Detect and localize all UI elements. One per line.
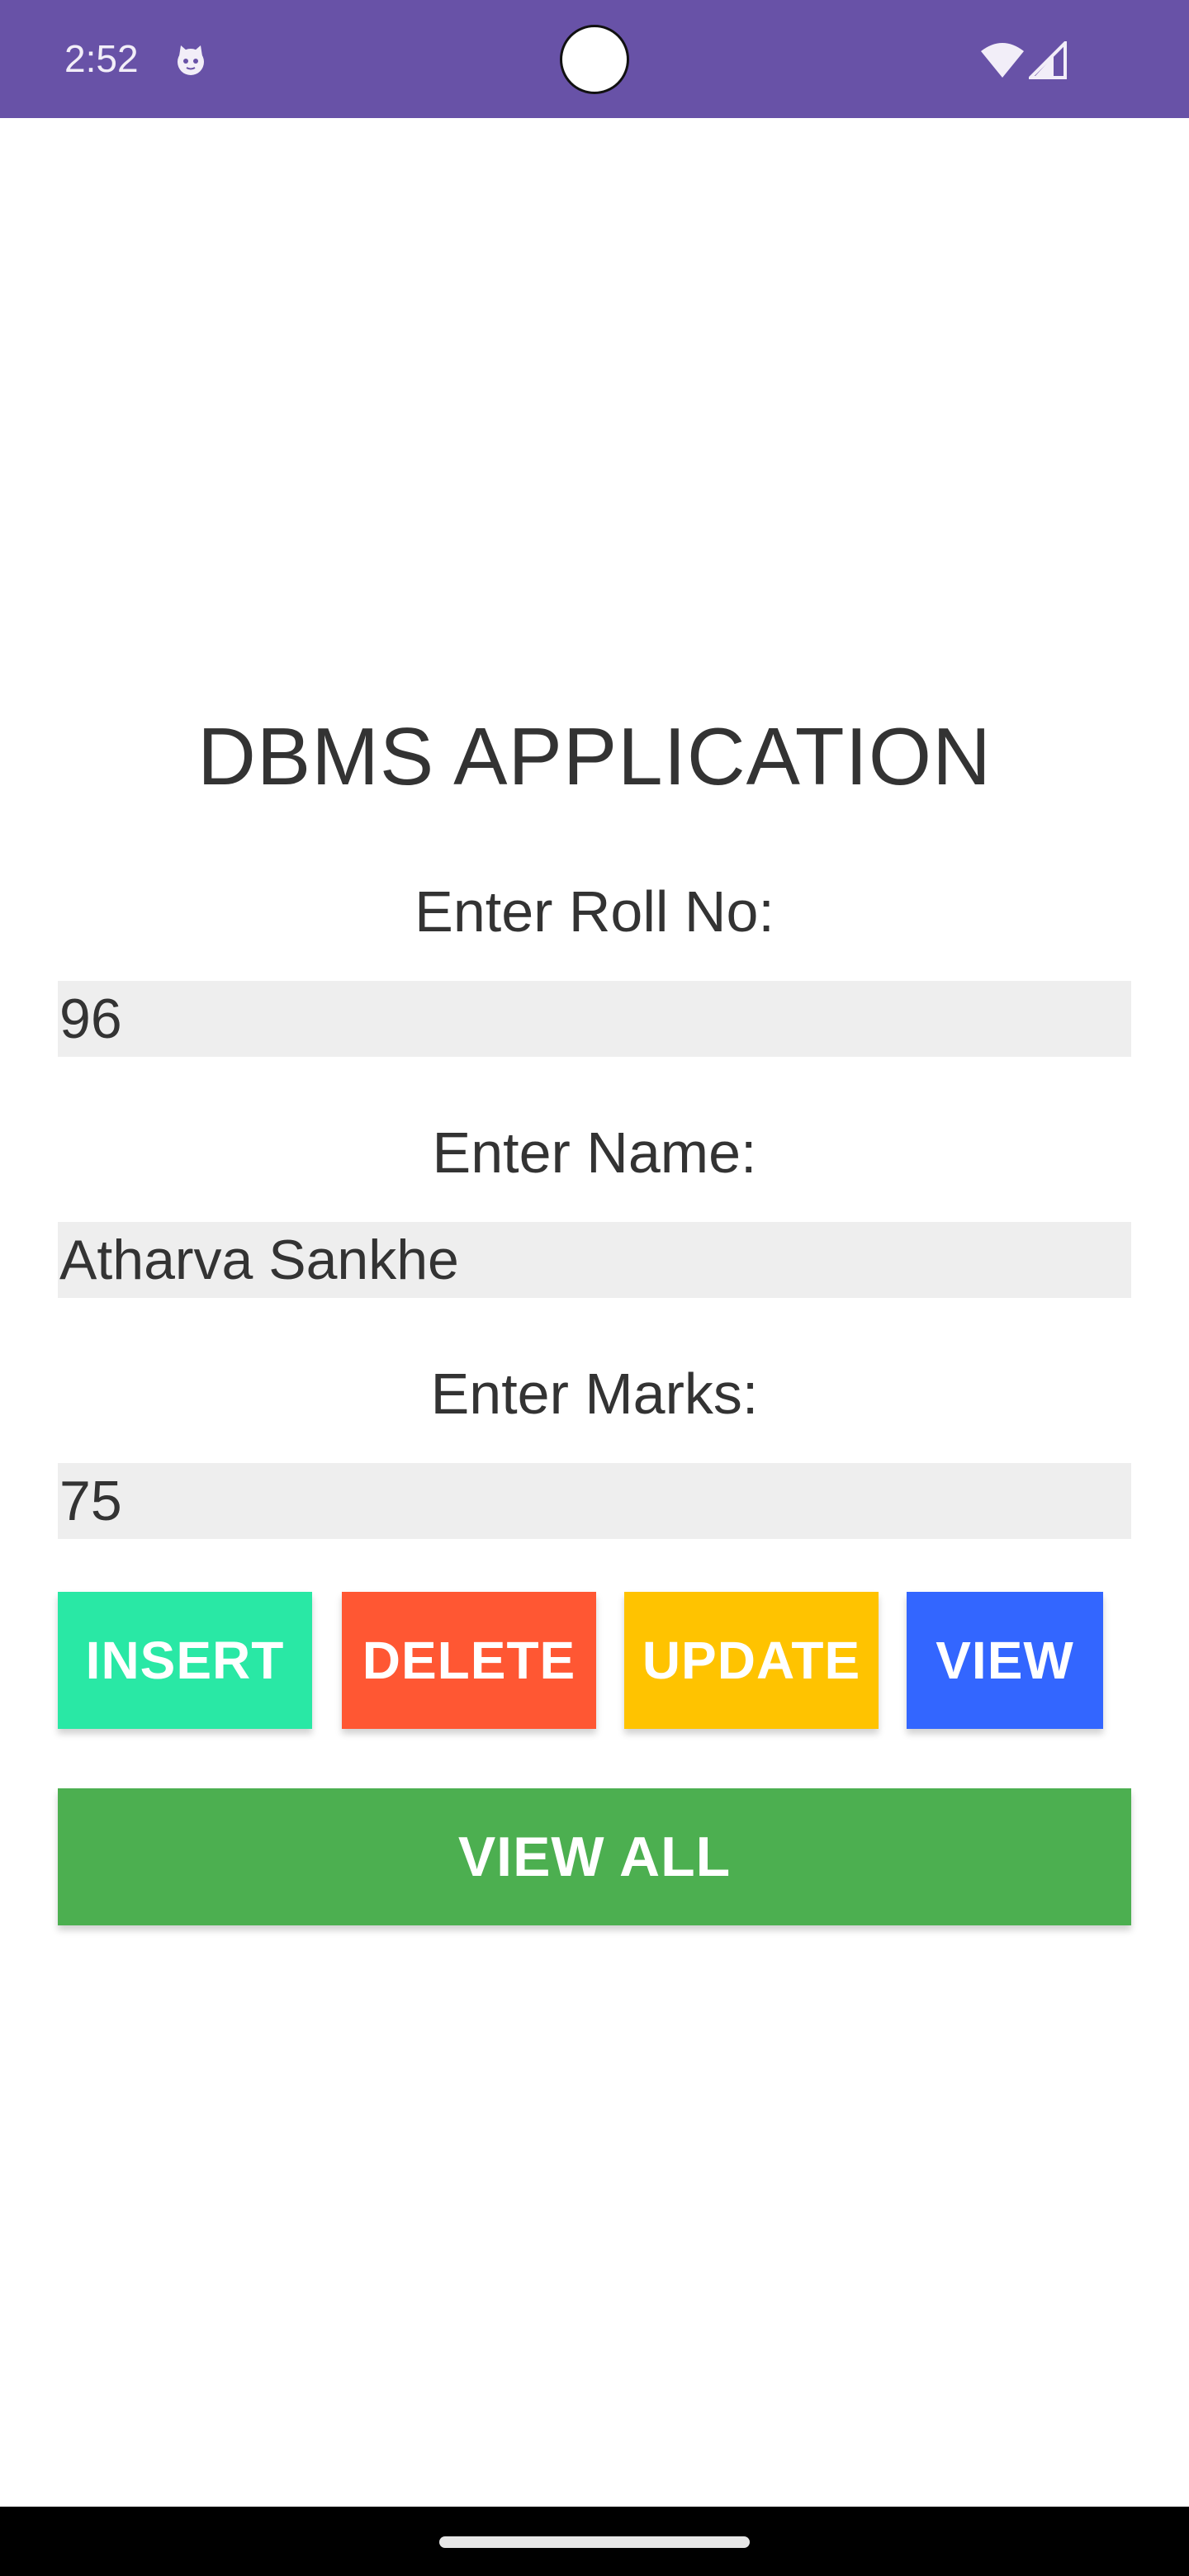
name-input[interactable]: Atharva Sankhe — [58, 1222, 1131, 1298]
roll-no-input[interactable]: 96 — [58, 981, 1131, 1057]
insert-button[interactable]: INSERT — [58, 1592, 312, 1729]
delete-button[interactable]: DELETE — [342, 1592, 596, 1729]
name-label: Enter Name: — [432, 1120, 757, 1185]
camera-cutout — [560, 25, 629, 94]
marks-label: Enter Marks: — [430, 1361, 759, 1426]
home-gesture-handle[interactable] — [439, 2536, 750, 2548]
view-button[interactable]: VIEW — [907, 1592, 1103, 1729]
page-title: DBMS APPLICATION — [197, 711, 992, 802]
view-all-button[interactable]: VIEW ALL — [58, 1788, 1131, 1925]
cellular-signal-icon — [1029, 41, 1067, 79]
status-bar: 2:52 — [0, 0, 1189, 118]
marks-input[interactable]: 75 — [58, 1463, 1131, 1539]
update-button[interactable]: UPDATE — [624, 1592, 879, 1729]
roll-no-label: Enter Roll No: — [414, 879, 775, 944]
cat-notification-icon — [178, 45, 204, 75]
status-time: 2:52 — [64, 37, 139, 80]
wifi-icon — [981, 43, 1024, 78]
